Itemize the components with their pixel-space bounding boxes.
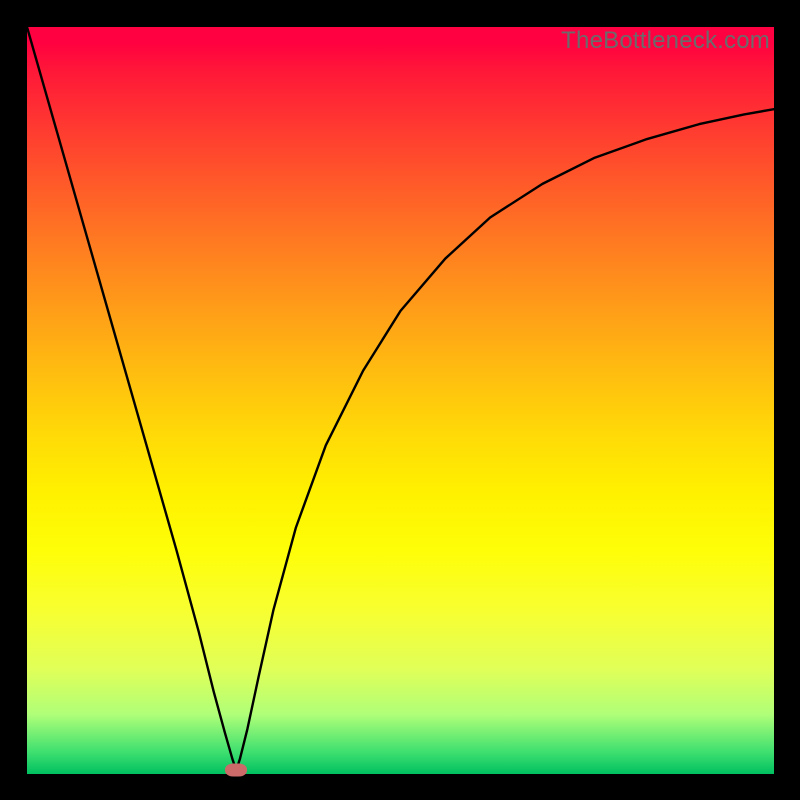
plot-area: TheBottleneck.com <box>27 27 774 774</box>
bottleneck-curve-path <box>27 27 774 770</box>
chart-frame: TheBottleneck.com <box>0 0 800 800</box>
watermark-text: TheBottleneck.com <box>561 27 770 55</box>
curve-layer <box>27 27 774 774</box>
optimum-marker <box>225 764 247 777</box>
